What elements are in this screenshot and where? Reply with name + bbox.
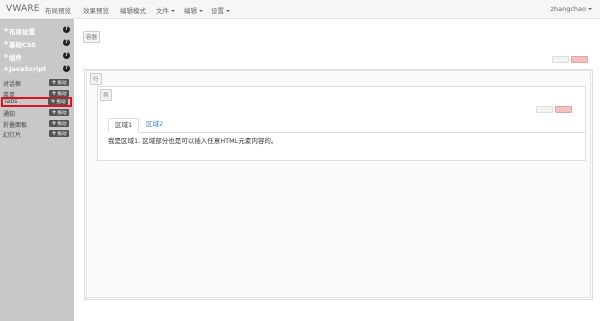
chevron-down-icon [199,10,203,12]
move-icon: + [51,79,57,86]
sidebar-section-css[interactable]: + 基础CSS ? [0,38,74,49]
tabs-component: 区域1 区域2 [108,118,586,133]
drag-label: 拖动 [56,100,66,105]
component-label: Tabs [4,98,18,105]
copy-button[interactable] [552,56,569,63]
column-block: 列 区域1 区域2 我是区域1. 区域部分也是可以插入任意HTML元素内容的。 [97,86,586,161]
remove-button[interactable] [571,56,588,63]
nav-file-label: 文件 [156,7,169,15]
nav-edit-mode[interactable]: 编辑模式 [120,5,146,15]
component-dialog[interactable]: 对话框 +拖动 [0,78,74,88]
drag-handle[interactable]: +拖动 [49,90,69,97]
chevron-down-icon [171,10,175,12]
row-tag[interactable]: 行 [90,73,102,85]
sidebar-section-label: 布局设置 [9,28,35,36]
move-icon: + [51,130,57,137]
component-label: 通知 [3,111,16,118]
component-collapse[interactable]: 折叠面板 +拖动 [0,119,74,129]
nav-edit-label: 编辑 [184,7,197,15]
nav-settings-menu[interactable]: 设置 [211,5,230,15]
chevron-down-icon [588,8,592,10]
brand-logo[interactable]: VWARE [6,4,40,14]
nav-settings-label: 设置 [211,7,224,15]
sidebar-section-javascript[interactable]: + JavaScript ? [0,64,74,75]
tab-area-2[interactable]: 区域2 [140,118,169,131]
drag-label: 拖动 [57,81,67,86]
move-icon: + [51,120,57,127]
drag-handle[interactable]: +拖动 [48,98,68,105]
help-icon[interactable]: ? [63,65,70,72]
plus-icon: + [3,39,9,47]
component-carousel[interactable]: 幻灯片 +拖动 [0,129,74,139]
sidebar-section-layout[interactable]: + 布局设置 ? [0,25,74,36]
user-name: zhangchao [550,5,586,13]
remove-button[interactable] [555,106,572,113]
chevron-down-icon [226,10,230,12]
plus-icon: + [3,52,9,60]
layout-canvas: 容器 行 列 区域1 区域2 我是区域1. 区域部分也是可以插入任意HTML元素… [76,28,593,313]
column-toolbar [534,106,572,113]
help-icon[interactable]: ? [63,26,70,33]
row-block: 行 列 区域1 区域2 我是区域1. 区域部分也是可以插入任意HTML元素内容的… [84,69,593,300]
nav-edit-menu[interactable]: 编辑 [184,5,203,15]
drag-label: 拖动 [57,111,67,116]
nav-effect-preview[interactable]: 效果预览 [83,5,109,15]
column-tag[interactable]: 列 [100,89,112,101]
sidebar-section-label: JavaScript [9,65,47,73]
drag-label: 拖动 [57,132,67,137]
tab-content: 我是区域1. 区域部分也是可以插入任意HTML元素内容的。 [108,137,278,145]
container-toolbar [550,56,588,63]
sidebar-section-components[interactable]: + 组件 ? [0,51,74,62]
sidebar: + 布局设置 ? + 基础CSS ? + 组件 ? + JavaScript ?… [0,19,74,321]
row-inner: 行 列 区域1 区域2 我是区域1. 区域部分也是可以插入任意HTML元素内容的… [86,70,591,298]
component-label: 对话框 [3,81,22,88]
plus-icon: + [3,65,9,73]
container-tag[interactable]: 容器 [83,31,101,43]
nav-layout-preview[interactable]: 布局预览 [45,5,71,15]
plus-icon: + [3,26,9,34]
drag-handle[interactable]: +拖动 [49,120,69,127]
component-label: 折叠面板 [3,122,28,129]
drag-handle[interactable]: +拖动 [49,109,69,116]
drag-handle[interactable]: +拖动 [49,79,69,86]
drag-handle[interactable]: +拖动 [49,130,69,137]
move-icon: + [51,109,57,116]
top-navbar: VWARE 布局预览 效果预览 编辑模式 文件 编辑 设置 zhangchao [0,0,600,19]
component-alert[interactable]: 通知 +拖动 [0,108,74,118]
copy-button[interactable] [536,106,553,113]
move-icon: + [51,90,57,97]
drag-label: 拖动 [57,122,67,127]
component-tabs[interactable]: Tabs +拖动 [1,97,72,107]
move-icon: + [50,98,56,105]
tab-area-1[interactable]: 区域1 [108,118,140,133]
sidebar-section-label: 组件 [9,54,22,62]
nav-file-menu[interactable]: 文件 [156,5,175,15]
help-icon[interactable]: ? [63,52,70,59]
user-menu[interactable]: zhangchao [551,5,592,13]
help-icon[interactable]: ? [63,39,70,46]
sidebar-section-label: 基础CSS [9,41,36,49]
component-label: 幻灯片 [3,132,22,139]
